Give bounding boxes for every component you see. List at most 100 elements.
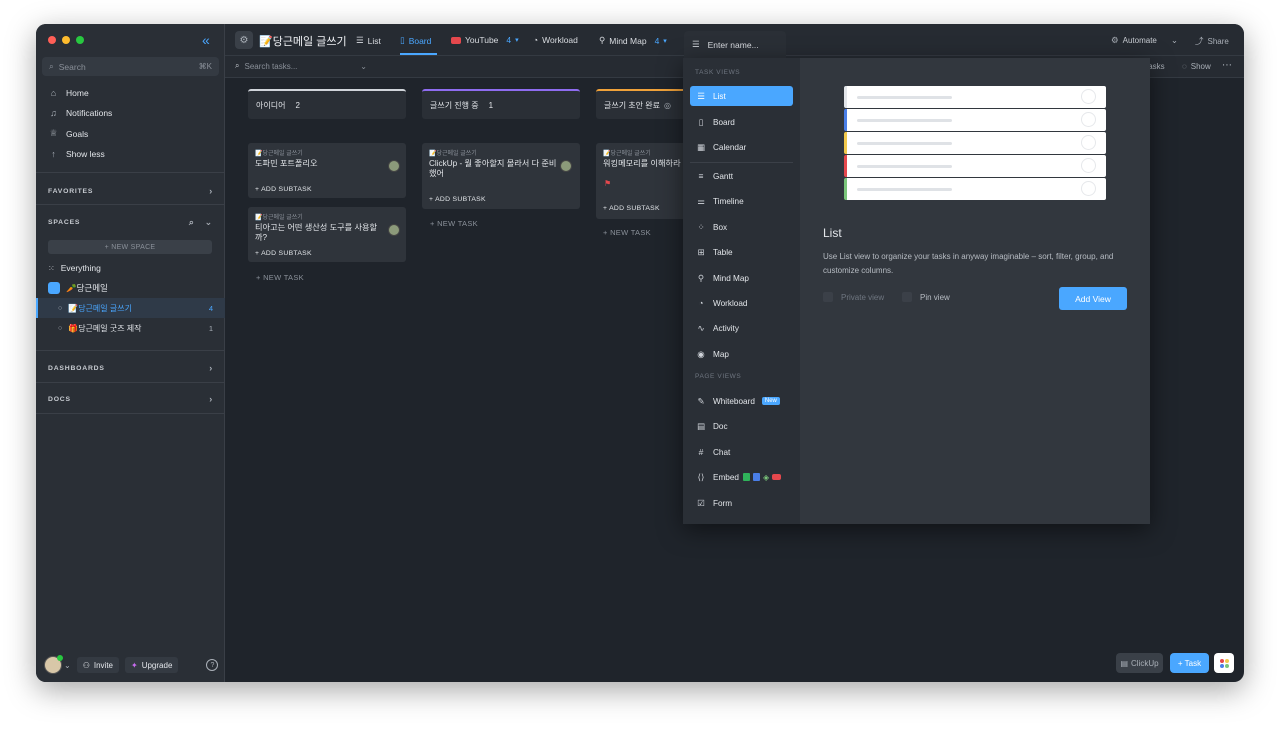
gauge-icon: ◔	[698, 298, 704, 308]
view-option-embed[interactable]: ⟨⟩ Embed ◈	[690, 467, 793, 487]
assignee-avatar[interactable]	[560, 160, 572, 172]
minimize-window-button[interactable]	[62, 36, 70, 44]
automate-label: Automate	[1122, 35, 1157, 45]
new-task-fab[interactable]: + Task	[1170, 653, 1209, 673]
add-view-button[interactable]: Add View	[1059, 287, 1127, 310]
spaces-header[interactable]: SPACES ⌕ ⌄	[48, 217, 213, 228]
view-name-input[interactable]	[707, 39, 778, 50]
view-preview: List Use List view to organize your task…	[800, 58, 1150, 524]
tab-board-label: Board	[408, 35, 432, 46]
list-icon: ☰	[692, 39, 700, 49]
search-icon[interactable]: ⌕	[189, 217, 195, 228]
assignee-avatar[interactable]	[388, 224, 400, 236]
view-option-doc[interactable]: ▤ Doc	[690, 416, 793, 436]
view-option-workload[interactable]: ◔ Workload	[690, 293, 793, 313]
view-option-calendar[interactable]: ▦ Calendar	[690, 137, 793, 157]
favorites-header[interactable]: FAVORITES ›	[48, 186, 213, 196]
view-option-chat[interactable]: # Chat	[690, 442, 793, 462]
view-option-list[interactable]: ☰ List	[690, 86, 793, 106]
tab-list[interactable]: ☰ List	[356, 35, 381, 46]
board-column-header[interactable]: 글쓰기 진행 중 1	[422, 89, 580, 119]
view-option-label: Mind Map	[713, 273, 749, 283]
view-option-gantt[interactable]: ≡ Gantt	[690, 166, 793, 186]
sidebar-list-item[interactable]: ○ 🎁당근메일 굿즈 제작 1	[58, 323, 213, 334]
sidebar-search[interactable]: ⌕ Search ⌘K	[42, 57, 219, 76]
list-settings-icon[interactable]: ⚙	[235, 31, 253, 49]
task-card[interactable]: 📝당근메일 글쓰기 티아고는 어떤 생산성 도구를 사용할까? + ADD SU…	[248, 207, 406, 262]
tab-mind-map[interactable]: ⚲ Mind Map 4 ▾	[599, 35, 667, 46]
add-subtask-button[interactable]: + ADD SUBTASK	[255, 250, 312, 257]
tab-board[interactable]: ▯ Board	[400, 35, 431, 46]
assignee-avatar[interactable]	[388, 160, 400, 172]
nav-goals[interactable]: ♕ Goals	[48, 128, 88, 139]
new-space-button[interactable]: + NEW SPACE	[48, 240, 212, 254]
board-column-header[interactable]: 아이디어 2	[248, 89, 406, 119]
sidebar-divider	[36, 350, 225, 351]
nav-notifications-label: Notifications	[66, 108, 113, 118]
view-option-label: Calendar	[713, 142, 747, 152]
close-window-button[interactable]	[48, 36, 56, 44]
apps-grid-icon[interactable]	[1214, 653, 1234, 673]
task-card[interactable]: 📝당근메일 글쓰기 워킹메모리를 이해하라 ⚑ + ADD SUBTASK	[596, 143, 686, 219]
view-option-whiteboard[interactable]: ✎ Whiteboard New	[690, 391, 793, 411]
private-view-checkbox[interactable]	[823, 292, 833, 302]
dashboards-header[interactable]: DASHBOARDS ›	[48, 363, 213, 373]
chevron-down-icon[interactable]: ⌄	[205, 217, 213, 228]
tab-youtube-label: YouTube	[465, 35, 499, 45]
share-icon: ⤴	[1195, 36, 1204, 46]
view-name-field[interactable]: ☰	[684, 31, 786, 58]
preview-title: List	[823, 226, 842, 240]
nav-show-less[interactable]: ↑ Show less	[48, 149, 105, 159]
view-option-form[interactable]: ☑ Form	[690, 493, 793, 513]
tab-workload[interactable]: ◔ Workload	[533, 35, 578, 45]
new-task-button[interactable]: + NEW TASK	[256, 273, 304, 282]
board-column-header[interactable]: 글쓰기 초안 완료 ◎	[596, 89, 686, 119]
check-circle-icon: ◎	[663, 100, 671, 110]
view-option-map[interactable]: ◉ Map	[690, 344, 793, 364]
add-subtask-button[interactable]: + ADD SUBTASK	[429, 196, 486, 203]
space-item[interactable]: 🥕당근메일	[48, 282, 213, 294]
tab-youtube[interactable]: YouTube 4 ▾	[451, 35, 519, 45]
new-task-button[interactable]: + NEW TASK	[603, 228, 651, 237]
task-search[interactable]: ⌕ Search tasks... ⌄	[235, 61, 367, 71]
sidebar-divider	[36, 413, 225, 414]
invite-button[interactable]: ⚇ Invite	[76, 657, 119, 673]
user-avatar[interactable]	[44, 655, 63, 674]
view-option-timeline[interactable]: ⚌ Timeline	[690, 191, 793, 211]
everything-item[interactable]: ⁙ Everything	[48, 263, 213, 273]
nav-goals-label: Goals	[66, 128, 89, 139]
docs-header[interactable]: DOCS ›	[48, 394, 213, 404]
pin-view-checkbox[interactable]	[902, 292, 912, 302]
show-menu[interactable]: ◌ Show	[1182, 62, 1211, 71]
view-option-table[interactable]: ⊞ Table	[690, 242, 793, 262]
new-task-button[interactable]: + NEW TASK	[430, 219, 478, 228]
view-option-board[interactable]: ▯ Board	[690, 112, 793, 132]
clickup-button[interactable]: ▤ ClickUp	[1116, 653, 1163, 673]
upgrade-button[interactable]: ✦ Upgrade	[125, 657, 179, 673]
view-option-activity[interactable]: ∿ Activity	[690, 318, 793, 338]
nav-notifications[interactable]: ♫ Notifications	[48, 108, 112, 118]
task-card[interactable]: 📝당근메일 글쓰기 ClickUp - 뭘 좋아할지 몰라서 다 준비했어 + …	[422, 143, 580, 209]
sidebar-list-item[interactable]: ○ 📝당근메일 글쓰기 4	[58, 303, 213, 314]
collapse-sidebar-icon[interactable]: «	[202, 32, 210, 48]
chevron-down-icon[interactable]: ⌄	[64, 661, 71, 670]
more-icon[interactable]: ⋯	[1222, 60, 1232, 71]
automate-button[interactable]: ⚙ Automate ⌄	[1111, 33, 1178, 47]
add-subtask-button[interactable]: + ADD SUBTASK	[603, 205, 660, 212]
youtube-icon	[772, 474, 782, 480]
private-view-option[interactable]: Private view	[823, 292, 884, 302]
add-subtask-button[interactable]: + ADD SUBTASK	[255, 186, 312, 193]
priority-flag-icon[interactable]: ⚑	[604, 179, 611, 188]
app-window: « ⌕ Search ⌘K ⌂ Home ♫ Notifications ♕ G…	[36, 24, 1244, 682]
share-button[interactable]: ⤴ Share	[1195, 35, 1229, 47]
page-views-label: PAGE VIEWS	[695, 373, 742, 380]
pin-view-option[interactable]: Pin view	[902, 292, 950, 302]
maximize-window-button[interactable]	[76, 36, 84, 44]
view-option-mind-map[interactable]: ⚲ Mind Map	[690, 268, 793, 288]
view-option-label: Embed	[713, 472, 739, 482]
mindmap-icon: ⚲	[599, 35, 606, 45]
help-icon[interactable]: ?	[206, 659, 219, 671]
nav-home[interactable]: ⌂ Home	[48, 88, 89, 98]
task-card[interactable]: 📝당근메일 글쓰기 도파민 포트폴리오 + ADD SUBTASK	[248, 143, 406, 198]
view-option-box[interactable]: ⁘ Box	[690, 217, 793, 237]
